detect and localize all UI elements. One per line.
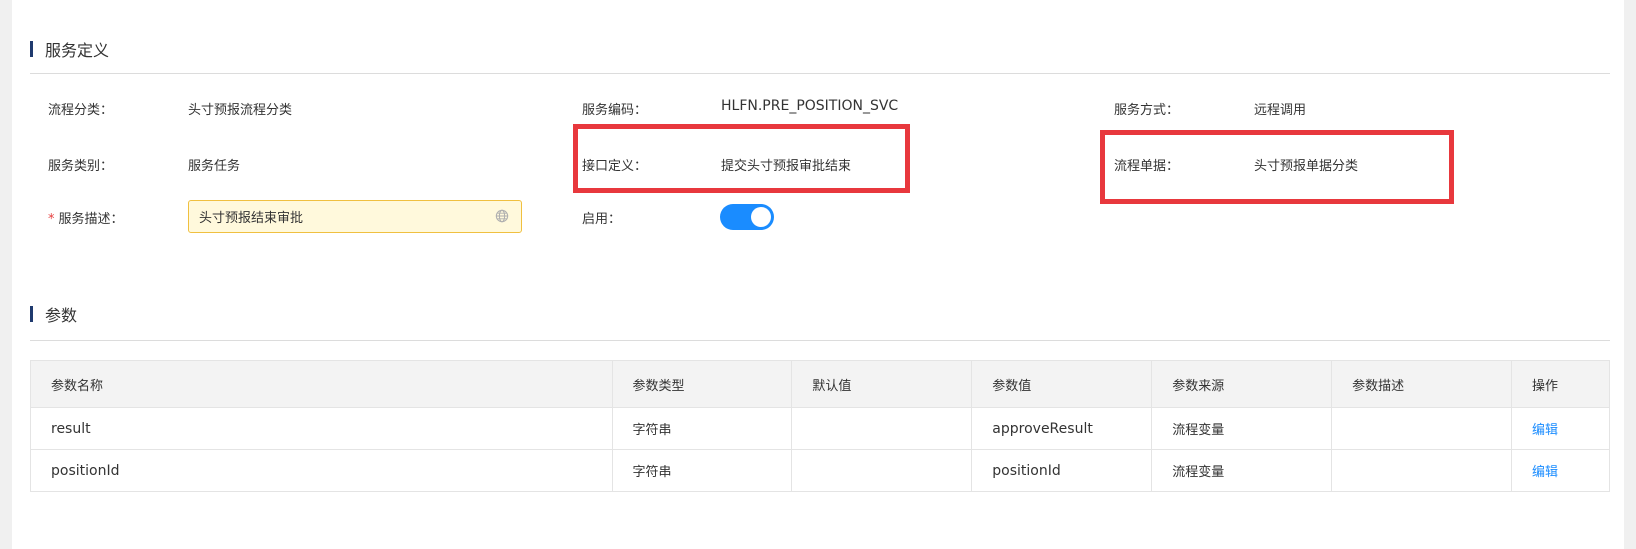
service-description-label: * 服务描述： [48,208,124,227]
edit-link[interactable]: 编辑 [1532,465,1558,480]
toggle-knob [751,207,771,227]
cell-param-value: approveResult [971,407,1153,450]
section-title: 服务定义 [45,41,110,60]
required-mark: * [48,212,55,227]
process-category-label: 流程分类： [48,103,114,118]
section-header-service-definition: 服务定义 [30,37,109,61]
cell-actions: 编辑 [1511,449,1610,492]
cell-param-value: positionId [971,449,1153,492]
service-code-label: 服务编码： [582,103,648,118]
cell-param-type: 字符串 [611,449,793,492]
table-row: positionId 字符串 positionId 流程变量 编辑 [30,449,1610,492]
service-type-label: 服务类别： [48,159,114,174]
section-divider [30,340,1610,341]
cell-param-source: 流程变量 [1151,449,1333,492]
service-code-value: HLFN.PRE_POSITION_SVC [721,98,899,114]
section-bar [30,306,33,322]
params-table: 参数名称 参数类型 默认值 参数值 参数来源 参数描述 操作 result 字符… [30,360,1610,492]
cell-param-name: positionId [30,449,613,492]
section-bar [30,41,33,57]
table-header-row: 参数名称 参数类型 默认值 参数值 参数来源 参数描述 操作 [30,360,1610,408]
column-header-param-value: 参数值 [971,360,1153,408]
section-divider [30,73,1610,74]
edit-link[interactable]: 编辑 [1532,423,1558,438]
enabled-toggle[interactable] [720,204,774,230]
cell-param-name: result [30,407,613,450]
service-description-field[interactable] [188,200,522,233]
column-header-param-name: 参数名称 [30,360,613,408]
service-type-value: 服务任务 [188,159,241,174]
section-header-params: 参数 [30,302,77,326]
section-title: 参数 [45,306,78,325]
service-mode-label: 服务方式： [1114,103,1180,118]
column-header-default-value: 默认值 [791,360,973,408]
enabled-label: 启用： [582,212,622,227]
service-mode-value: 远程调用 [1254,103,1307,118]
column-header-param-description: 参数描述 [1331,360,1512,408]
cell-param-source: 流程变量 [1151,407,1333,450]
highlight-box-interface-definition [573,124,910,193]
cell-default-value [791,407,973,450]
cell-param-description [1331,407,1512,450]
column-header-param-source: 参数来源 [1151,360,1333,408]
cell-param-type: 字符串 [611,407,793,450]
highlight-box-process-document [1100,130,1454,204]
cell-actions: 编辑 [1511,407,1610,450]
cell-param-description [1331,449,1512,492]
service-description-input[interactable] [189,201,489,232]
table-row: result 字符串 approveResult 流程变量 编辑 [30,407,1610,450]
column-header-actions: 操作 [1511,360,1610,408]
process-category-value: 头寸预报流程分类 [188,103,293,118]
globe-icon[interactable] [495,209,509,223]
cell-default-value [791,449,973,492]
service-config-page: 服务定义 流程分类： 头寸预报流程分类 服务编码： HLFN.PRE_POSIT… [12,0,1624,549]
column-header-param-type: 参数类型 [611,360,793,408]
service-description-label-text: 服务描述： [58,212,124,227]
